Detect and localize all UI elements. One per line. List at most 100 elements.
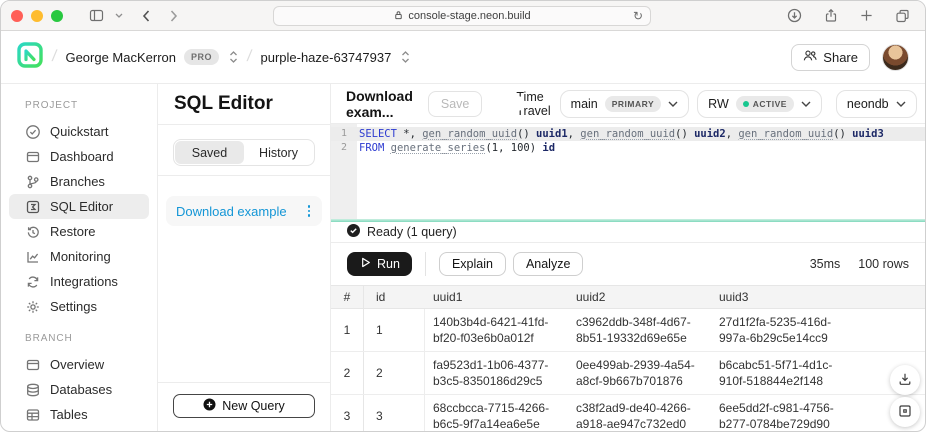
status-text: Ready (1 query) <box>367 225 457 239</box>
chevron-down-icon[interactable] <box>110 5 128 27</box>
sidebar-item-branches[interactable]: Branches <box>9 169 149 194</box>
sidebar-item-label: Settings <box>50 299 97 314</box>
breadcrumb-separator: / <box>246 48 253 66</box>
plus-circle-icon <box>203 398 216 414</box>
column-header-uuid3: uuid3 <box>711 290 925 304</box>
table-cell: c3962ddb-348f-4d67-8b51-19332d69e65e <box>566 314 711 347</box>
sidebar-item-settings[interactable]: Settings <box>9 294 149 319</box>
results-table: #iduuid1uuid2uuid311140b3b4d-6421-41fd-b… <box>331 285 925 432</box>
sidebar-item-integrations[interactable]: Integrations <box>9 269 149 294</box>
sidebar-item-monitoring[interactable]: Monitoring <box>9 244 149 269</box>
sidebar-toggle-icon[interactable] <box>83 5 110 27</box>
explain-button[interactable]: Explain <box>439 252 506 276</box>
branch-select[interactable]: main PRIMARY <box>560 90 689 118</box>
sql-code-editor[interactable]: 1SELECT *, gen_random_uuid() uuid1, gen_… <box>331 124 925 219</box>
sidebar-item-tables[interactable]: Tables <box>9 402 149 427</box>
analyze-button[interactable]: Analyze <box>513 252 583 276</box>
divider <box>158 124 330 125</box>
table-cell: 2 <box>364 352 425 394</box>
chevron-down-icon <box>896 101 906 107</box>
share-button[interactable]: Share <box>791 44 870 71</box>
sidebar-item-quickstart[interactable]: Quickstart <box>9 119 149 144</box>
line-number: 2 <box>331 141 357 155</box>
database-icon <box>25 382 41 398</box>
compute-select[interactable]: RW ACTIVE <box>697 90 822 118</box>
column-header-id: id <box>364 286 425 308</box>
row-count: 100 rows <box>858 257 909 271</box>
address-bar[interactable]: console-stage.neon.build ↻ <box>273 6 651 26</box>
saved-query-list: Download example <box>166 196 322 226</box>
table-row[interactable]: 22fa9523d1-1b06-4377-b3c5-8350186d29c50e… <box>331 352 925 395</box>
reload-icon[interactable]: ↻ <box>633 9 643 23</box>
table-header-row: #iduuid1uuid2uuid3 <box>331 285 925 309</box>
sidebar-item-sql-editor[interactable]: SQL Editor <box>9 194 149 219</box>
expand-results-button[interactable] <box>890 397 920 427</box>
query-title: Download exam... <box>346 88 413 120</box>
app-header: / George MacKerron PRO / purple-haze-637… <box>1 31 925 84</box>
table-cell: 3 <box>331 395 364 432</box>
browser-chrome: console-stage.neon.build ↻ <box>1 1 925 31</box>
query-actions: Run Explain Analyze 35ms 100 rows <box>331 243 925 285</box>
code-line[interactable]: 1SELECT *, gen_random_uuid() uuid1, gen_… <box>331 127 925 141</box>
breadcrumb-org[interactable]: George MacKerron PRO <box>65 49 238 65</box>
sidebar-section-label: BRANCH <box>25 333 157 344</box>
new-tab-icon[interactable] <box>855 5 878 27</box>
sidebar-item-overview[interactable]: Overview <box>9 352 149 377</box>
run-button[interactable]: Run <box>347 252 412 276</box>
saved-history-tabs: SavedHistory <box>173 139 315 166</box>
query-duration: 35ms <box>810 257 841 271</box>
avatar[interactable] <box>882 44 909 71</box>
select-chevrons-icon[interactable] <box>401 50 410 64</box>
saved-query-row[interactable]: Download example <box>166 196 322 226</box>
sql-editor-icon <box>25 199 41 215</box>
window-icon <box>25 149 41 165</box>
page-title: SQL Editor <box>174 93 273 115</box>
chevron-down-icon <box>668 101 678 107</box>
lock-icon <box>393 9 404 24</box>
sidebar-item-dashboard[interactable]: Dashboard <box>9 144 149 169</box>
saved-query-link[interactable]: Download example <box>176 204 304 219</box>
tabs-overview-icon[interactable] <box>890 5 915 27</box>
downloads-icon[interactable] <box>782 5 807 27</box>
column-header-uuid1: uuid1 <box>425 290 566 304</box>
sidebar-item-label: SQL Editor <box>50 199 113 214</box>
sidebar-item-label: Overview <box>50 357 104 372</box>
table-cell: 2 <box>331 352 364 394</box>
table-row[interactable]: 11140b3b4d-6421-41fd-bf20-f03e6b0a012fc3… <box>331 309 925 352</box>
restore-clock-icon <box>25 224 41 240</box>
select-chevrons-icon[interactable] <box>229 50 238 64</box>
code-line[interactable]: 2FROM generate_series(1, 100) id <box>331 141 925 155</box>
breadcrumb-project[interactable]: purple-haze-63747937 <box>260 50 410 65</box>
divider <box>425 252 426 276</box>
table-cell: 1 <box>331 309 364 351</box>
sidebar-item-restore[interactable]: Restore <box>9 219 149 244</box>
tab-history[interactable]: History <box>244 141 313 164</box>
success-check-icon <box>347 224 360 240</box>
database-select[interactable]: neondb <box>836 90 917 118</box>
neon-logo[interactable] <box>17 42 43 73</box>
sidebar-item-label: Restore <box>50 224 96 239</box>
zoom-window-button[interactable] <box>51 10 63 22</box>
tab-saved[interactable]: Saved <box>175 141 244 164</box>
close-window-button[interactable] <box>11 10 23 22</box>
sidebar-item-databases[interactable]: Databases <box>9 377 149 402</box>
forward-icon[interactable] <box>164 5 184 27</box>
table-cell: c38f2ad9-de40-4266-a918-ae947c732ed0 <box>566 400 711 432</box>
table-cell: 0ee499ab-2939-4a54-a8cf-9b667b701876 <box>566 357 711 390</box>
kebab-menu-icon[interactable] <box>304 202 315 220</box>
table-cell: 27d1f2fa-5235-416d-997a-6b29c5e14cc9 <box>711 314 925 347</box>
branches-icon <box>25 174 41 190</box>
minimize-window-button[interactable] <box>31 10 43 22</box>
download-results-button[interactable] <box>890 365 920 395</box>
sql-editor-panel: SQL Editor SavedHistory Download example… <box>158 84 331 432</box>
sidebar-item-label: Integrations <box>50 274 118 289</box>
chart-icon <box>25 249 41 265</box>
project-name: purple-haze-63747937 <box>260 50 391 65</box>
sidebar-item-roles[interactable]: Roles <box>9 427 149 432</box>
new-query-button[interactable]: New Query <box>173 394 315 418</box>
save-button[interactable]: Save <box>428 91 483 117</box>
back-icon[interactable] <box>136 5 156 27</box>
table-row[interactable]: 3368ccbcca-7715-4266-b6c5-9f7a14ea6e5ec3… <box>331 395 925 432</box>
line-number: 1 <box>331 127 357 141</box>
share-icon[interactable] <box>819 5 843 27</box>
